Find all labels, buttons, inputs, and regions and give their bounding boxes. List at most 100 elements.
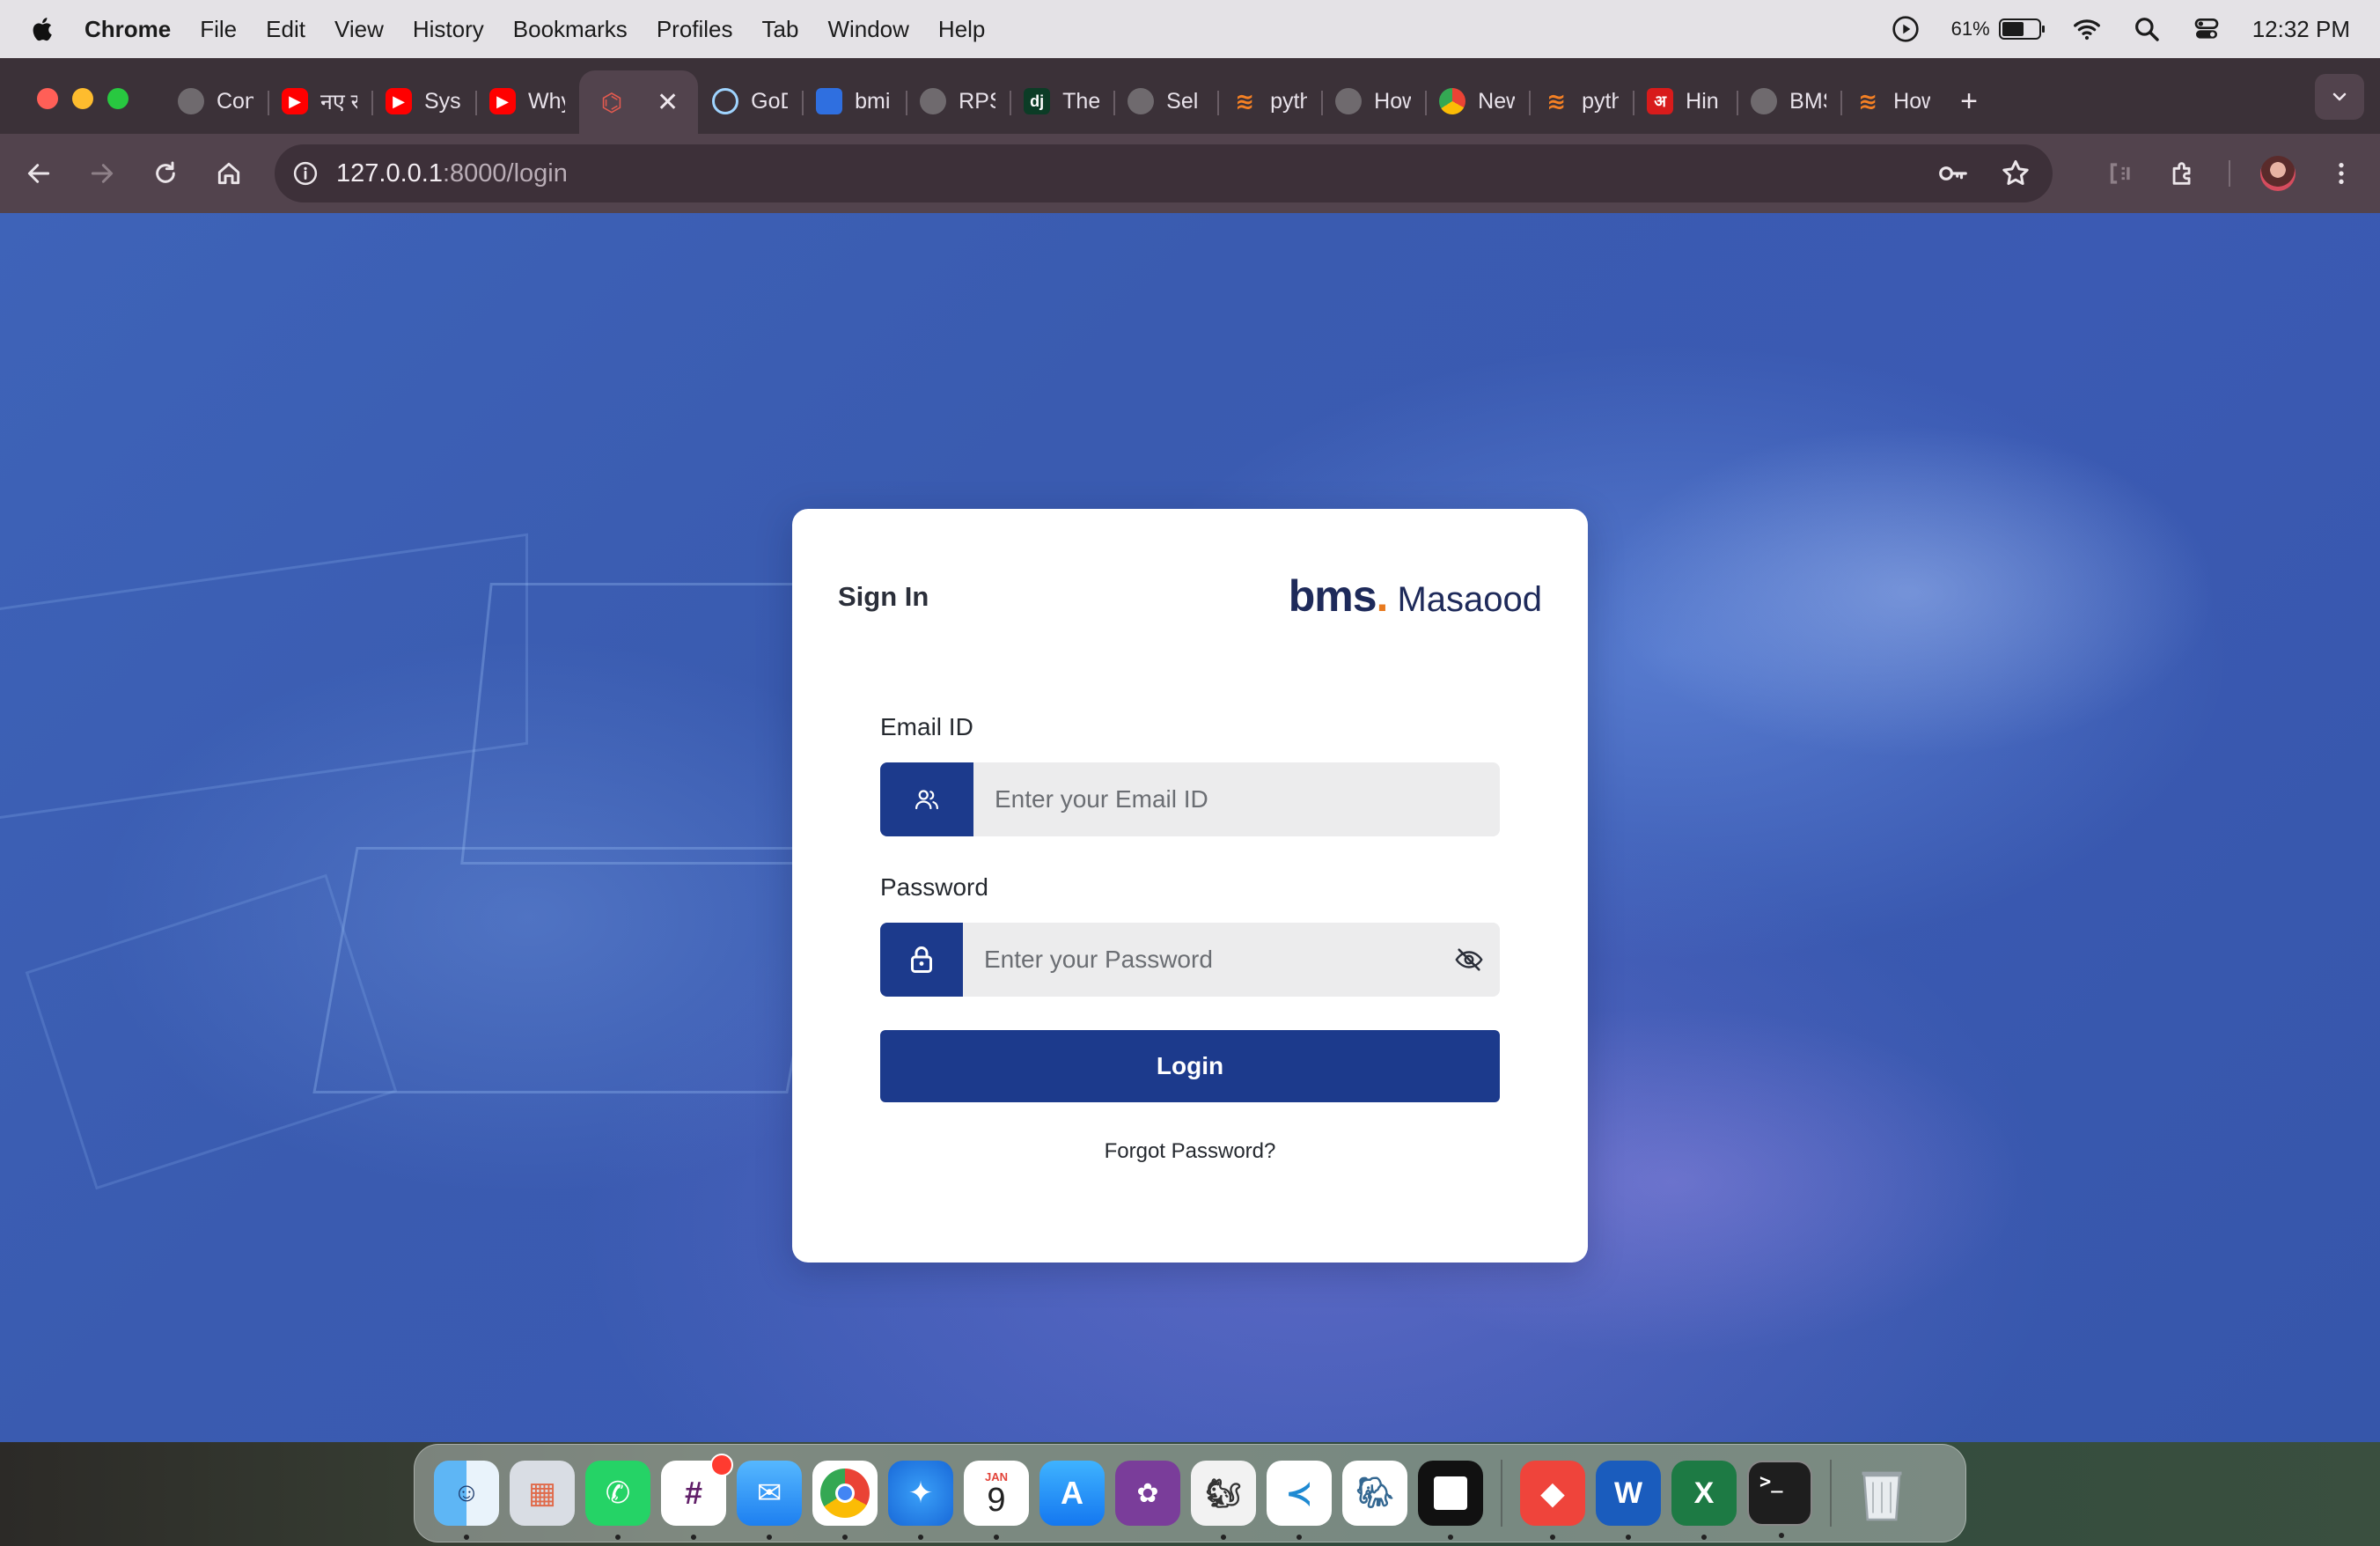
menu-app-name[interactable]: Chrome <box>84 16 171 43</box>
browser-tab[interactable]: bmi <box>802 75 906 128</box>
now-playing-icon[interactable] <box>1892 15 1920 43</box>
new-tab-button[interactable]: + <box>1960 85 1978 119</box>
tab-strip: Con ▶ नए र ▶ Sys ▶ Why ⌬ ✕ GoD bmi RPS dj Th… <box>0 58 2380 134</box>
wifi-icon[interactable] <box>2073 15 2101 43</box>
battery-status[interactable]: 61% <box>1951 18 2045 40</box>
menu-window[interactable]: Window <box>827 16 908 43</box>
background-circuit-shape <box>0 533 528 827</box>
forgot-password-link[interactable]: Forgot Password? <box>792 1139 1588 1164</box>
browser-tab[interactable]: Con <box>164 75 268 128</box>
browser-tab[interactable]: RPS <box>906 75 1010 128</box>
launchpad-icon[interactable]: ▦ <box>510 1461 575 1526</box>
postgres-icon[interactable]: 🐘︎ <box>1342 1461 1407 1526</box>
email-input[interactable] <box>973 762 1500 836</box>
browser-tab-active[interactable]: ⌬ ✕ <box>579 70 699 134</box>
menu-history[interactable]: History <box>413 16 484 43</box>
browser-tab[interactable]: GoD <box>698 75 802 128</box>
browser-tab[interactable]: ▶ नए र <box>268 75 371 128</box>
menu-profiles[interactable]: Profiles <box>657 16 733 43</box>
tab-title: pyth <box>1270 88 1308 114</box>
zoom-window-button[interactable] <box>107 88 129 109</box>
tab-search-button[interactable] <box>2315 74 2364 120</box>
chrome-menu-button[interactable] <box>2324 156 2359 191</box>
browser-tab[interactable]: ≋ How <box>1840 75 1944 128</box>
whatsapp-icon[interactable]: ✆ <box>585 1461 650 1540</box>
youtube-icon: ▶ <box>386 88 412 114</box>
app-store-icon[interactable]: A <box>1039 1461 1105 1526</box>
lock-icon <box>911 946 932 973</box>
menu-edit[interactable]: Edit <box>266 16 305 43</box>
anydesk-icon[interactable]: ◆ <box>1520 1461 1585 1540</box>
word-icon[interactable]: W <box>1596 1461 1661 1540</box>
tab-title: RPS <box>959 88 995 114</box>
excel-icon[interactable]: X <box>1671 1461 1737 1540</box>
notification-badge <box>710 1454 733 1476</box>
battery-fill <box>2002 22 2024 36</box>
safari-icon[interactable]: ✦ <box>888 1461 953 1540</box>
close-tab-icon[interactable]: ✕ <box>657 87 679 118</box>
browser-tab[interactable]: ▶ Sys <box>371 75 475 128</box>
browser-tab[interactable]: अ Hin <box>1633 75 1737 128</box>
password-key-icon[interactable] <box>1936 157 1970 190</box>
mail-icon[interactable]: ✉ <box>737 1461 802 1540</box>
page-title: Sign In <box>838 581 929 612</box>
calendar-day: 9 <box>987 1481 1006 1519</box>
login-button[interactable]: Login <box>880 1030 1500 1102</box>
tab-title: How <box>1893 88 1931 114</box>
chrome-icon[interactable] <box>812 1461 878 1540</box>
apple-menu-icon[interactable] <box>28 14 58 44</box>
menubar-clock[interactable]: 12:32 PM <box>2252 16 2350 43</box>
profile-button[interactable] <box>2260 156 2296 191</box>
running-indicator <box>464 1535 469 1540</box>
toolbar-divider <box>2229 160 2230 187</box>
address-bar[interactable]: 127.0.0.1:8000/login <box>275 144 2053 202</box>
forward-button[interactable] <box>84 156 120 191</box>
vscode-icon[interactable]: ≺ <box>1267 1461 1332 1540</box>
notion-icon[interactable] <box>1418 1461 1483 1540</box>
running-indicator <box>918 1535 923 1540</box>
tab-title: Con <box>217 88 253 114</box>
browser-tab[interactable]: BMS <box>1737 75 1840 128</box>
menu-tab[interactable]: Tab <box>762 16 799 43</box>
stackoverflow-icon: ≋ <box>1546 87 1567 114</box>
hindi-icon: अ <box>1647 88 1674 114</box>
browser-tab[interactable]: How <box>1321 75 1425 128</box>
close-window-button[interactable] <box>37 88 58 109</box>
django-icon: dj <box>1024 88 1051 114</box>
extension-button[interactable] <box>2102 156 2137 191</box>
password-label: Password <box>880 873 988 901</box>
terminal-icon[interactable]: >_ <box>1747 1461 1812 1538</box>
password-addon <box>880 923 963 997</box>
menu-file[interactable]: File <box>200 16 237 43</box>
menu-bookmarks[interactable]: Bookmarks <box>513 16 628 43</box>
laravel-icon: ⌬ <box>600 88 623 116</box>
browser-tab[interactable]: Sel <box>1113 75 1217 128</box>
menu-view[interactable]: View <box>334 16 384 43</box>
browser-tab[interactable]: ▶ Why <box>475 75 579 128</box>
home-button[interactable] <box>211 156 246 191</box>
browser-tab[interactable]: ≋ pyth <box>1217 75 1321 128</box>
tab-title: Why <box>528 88 565 114</box>
menu-help[interactable]: Help <box>938 16 985 43</box>
minimize-window-button[interactable] <box>72 88 93 109</box>
viber-business-icon[interactable]: ✿ <box>1115 1461 1180 1526</box>
control-center-icon[interactable] <box>2193 15 2221 43</box>
toggle-password-visibility[interactable] <box>1438 923 1500 997</box>
chrome-icon <box>1439 88 1466 114</box>
back-button[interactable] <box>21 156 56 191</box>
spotlight-search-icon[interactable] <box>2133 15 2161 43</box>
browser-tab[interactable]: dj The <box>1010 75 1113 128</box>
eye-off-icon <box>1455 948 1483 971</box>
sequel-ace-icon[interactable]: 🐿︎ <box>1191 1461 1256 1540</box>
calendar-icon[interactable]: JAN 9 <box>964 1461 1029 1540</box>
extensions-menu-button[interactable] <box>2165 156 2200 191</box>
finder-icon[interactable]: ☺ <box>434 1461 499 1540</box>
bookmark-star-icon[interactable] <box>2000 158 2031 189</box>
browser-tab[interactable]: ≋ pyth <box>1529 75 1633 128</box>
browser-tab[interactable]: New <box>1425 75 1529 128</box>
reload-button[interactable] <box>148 156 183 191</box>
site-info-icon[interactable] <box>292 160 319 187</box>
trash-icon[interactable] <box>1849 1461 1914 1526</box>
password-input[interactable] <box>963 923 1438 997</box>
slack-icon[interactable]: # <box>661 1454 733 1540</box>
